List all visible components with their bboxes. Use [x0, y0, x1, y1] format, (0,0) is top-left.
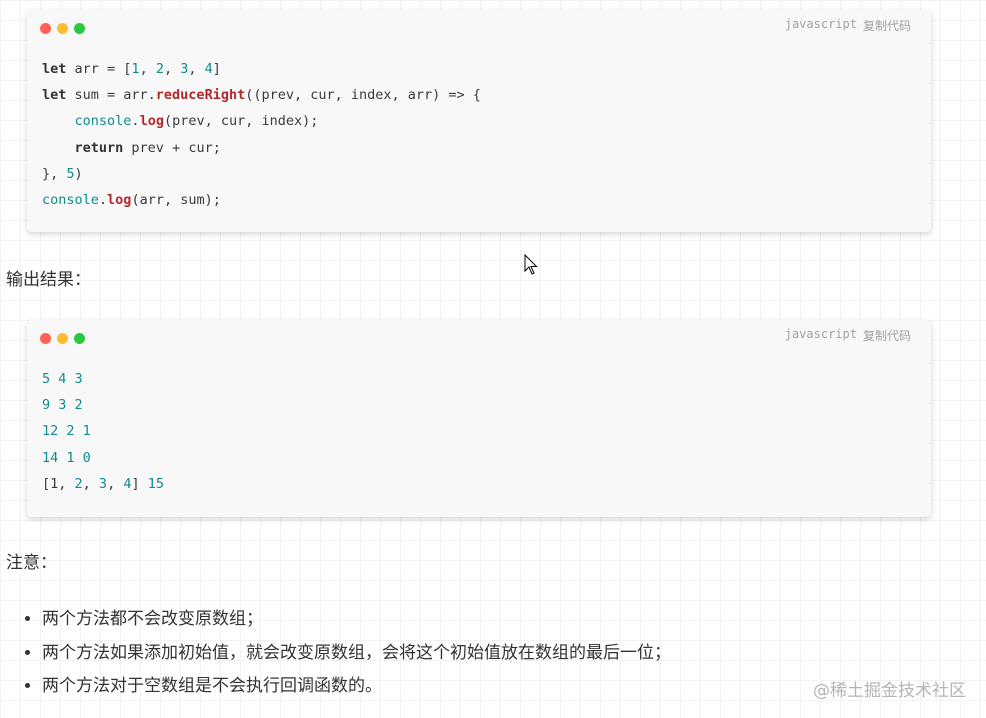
code-token: 2: [74, 475, 83, 492]
code-token: ,: [82, 475, 99, 492]
code-token: ,: [139, 61, 156, 77]
code-block-2: javascript 复制代码 5 4 3 9 3 2 12 2 1 14 1 0 [1…: [27, 320, 931, 517]
code-token: log: [107, 191, 132, 208]
code-token: (prev, cur, index);: [163, 113, 319, 130]
watermark: @稀土掘金技术社区: [813, 681, 966, 701]
code-token: [1,: [42, 475, 75, 492]
code-line: 14 1 0: [42, 445, 164, 471]
mouse-cursor-icon: [524, 254, 538, 275]
code-language-label: javascript: [784, 17, 857, 31]
code-token: arr = [: [66, 61, 132, 77]
yellow-dot-icon: [57, 23, 68, 34]
code-token: log: [139, 113, 164, 130]
copy-code-button[interactable]: 复制代码: [863, 17, 911, 34]
code-line: [1, 2, 3, 4] 15: [42, 471, 164, 497]
code-line: let arr = [1, 2, 3, 4]: [42, 56, 481, 82]
code-token: 9 3 2: [42, 397, 83, 414]
code-line: let sum = arr.reduceRight((prev, cur, in…: [42, 82, 481, 108]
yellow-dot-icon: [57, 333, 68, 344]
code-content: let arr = [1, 2, 3, 4] let sum = arr.redu…: [42, 56, 481, 213]
code-line: }, 5): [42, 161, 481, 187]
note-heading: 注意：: [6, 553, 57, 573]
code-token: },: [42, 165, 67, 182]
code-token: .: [131, 113, 140, 130]
code-line: 9 3 2: [42, 392, 164, 418]
code-token: ,: [188, 61, 205, 77]
code-meta: javascript 复制代码: [785, 17, 911, 34]
code-token: ,: [163, 61, 181, 77]
code-line: return prev + cur;: [42, 135, 481, 161]
code-token: prev + cur;: [123, 139, 221, 156]
code-token: 1: [131, 61, 140, 77]
code-token: 15: [147, 475, 164, 492]
code-line: console.log(prev, cur, index);: [42, 108, 481, 134]
note-item: 两个方法对于空数组是不会执行回调函数的。: [42, 670, 671, 704]
code-token: (arr, sum);: [131, 191, 221, 208]
code-content: 5 4 3 9 3 2 12 2 1 14 1 0 [1, 2, 3, 4] 15: [42, 366, 164, 497]
note-item: 两个方法如果添加初始值，就会改变原数组，会将这个初始值放在数组的最后一位；: [42, 637, 671, 671]
code-token: reduceRight: [155, 87, 246, 104]
code-line: 12 2 1: [42, 418, 164, 444]
code-token: 4: [204, 61, 213, 77]
code-token: 5: [66, 165, 75, 182]
code-token: ): [74, 165, 83, 182]
code-token: 12 2 1: [42, 423, 91, 440]
note-item: 两个方法都不会改变原数组；: [42, 603, 671, 637]
code-token: console: [42, 191, 99, 208]
code-line: 5 4 3: [42, 366, 164, 392]
code-meta: javascript 复制代码: [785, 327, 911, 344]
green-dot-icon: [74, 23, 85, 34]
code-language-label: javascript: [784, 327, 857, 341]
notes-list: 两个方法都不会改变原数组； 两个方法如果添加初始值，就会改变原数组，会将这个初始…: [22, 603, 671, 704]
code-block-1: javascript 复制代码 let arr = [1, 2, 3, 4] le…: [27, 10, 931, 232]
code-token: 14 1 0: [42, 449, 91, 466]
code-line: console.log(arr, sum);: [42, 187, 481, 213]
code-token: console: [74, 113, 132, 130]
red-dot-icon: [40, 333, 51, 344]
green-dot-icon: [74, 333, 85, 344]
red-dot-icon: [40, 23, 51, 34]
code-token: sum = arr.: [66, 87, 156, 104]
code-token: 5 4 3: [42, 371, 83, 387]
code-token: ((prev, cur, index, arr) => {: [245, 87, 481, 104]
code-token: .: [98, 191, 108, 208]
code-token: 3: [98, 475, 108, 492]
code-token: 2: [155, 61, 164, 77]
code-token: ,: [107, 475, 124, 492]
output-heading: 输出结果：: [6, 270, 91, 290]
code-token: let: [42, 87, 67, 104]
window-dots: [40, 23, 85, 34]
window-dots: [40, 333, 85, 344]
code-token: ]: [212, 61, 221, 77]
code-token: let: [42, 61, 67, 77]
code-token: ]: [131, 475, 148, 492]
copy-code-button[interactable]: 复制代码: [863, 327, 911, 344]
code-token: return: [74, 139, 124, 156]
